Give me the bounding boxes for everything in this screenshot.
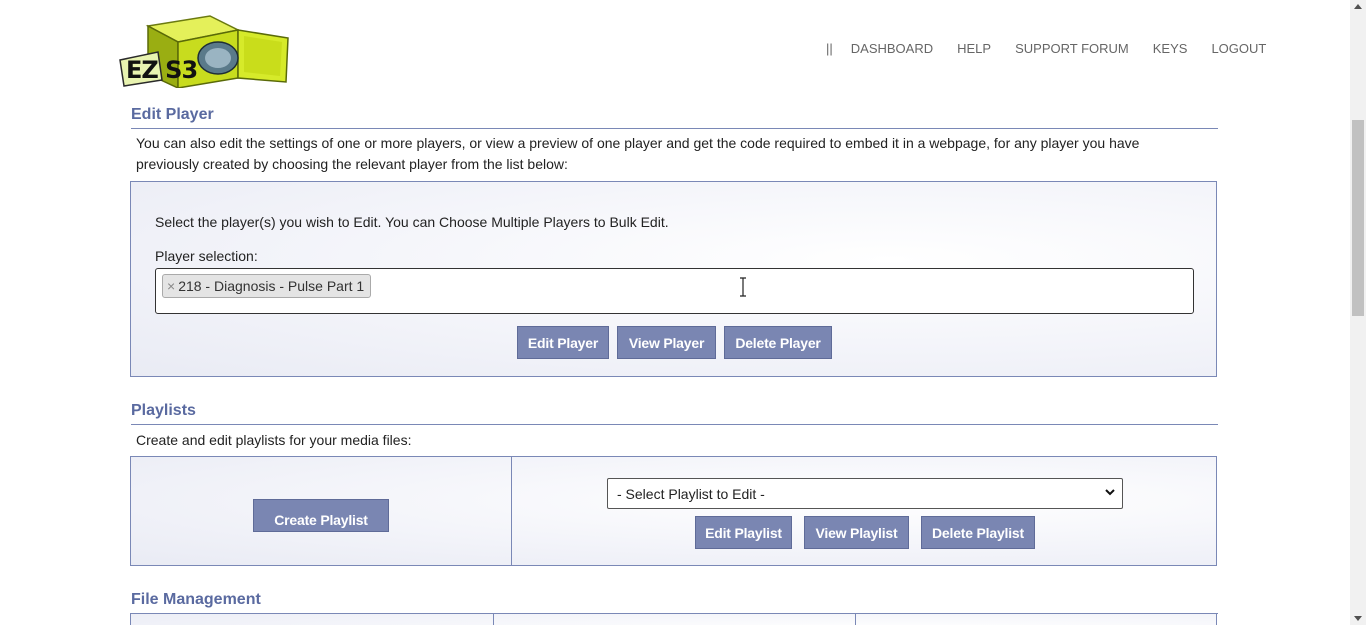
edit-playlist-button[interactable]: Edit Playlist (695, 516, 792, 549)
delete-playlist-button[interactable]: Delete Playlist (921, 516, 1035, 549)
nav-keys[interactable]: KEYS (1141, 41, 1200, 56)
scroll-down-icon[interactable] (1354, 616, 1362, 621)
player-selection-label: Player selection: (155, 248, 258, 264)
playlist-select[interactable]: - Select Playlist to Edit - (607, 478, 1123, 509)
nav-separator: || (826, 41, 833, 56)
nav-dashboard[interactable]: DASHBOARD (839, 41, 945, 56)
nav-logout[interactable]: LOGOUT (1199, 41, 1278, 56)
nav-support-forum[interactable]: SUPPORT FORUM (1003, 41, 1141, 56)
page: EZ S3 || DASHBOARD HELP SUPPORT FORUM KE… (0, 0, 1350, 625)
playlists-panel: Create Playlist - Select Playlist to Edi… (130, 456, 1217, 566)
playlists-heading: Playlists (131, 402, 1218, 425)
playlist-select-value: - Select Playlist to Edit - (617, 485, 765, 502)
scroll-up-icon[interactable] (1354, 4, 1362, 9)
logo-text: EZ S3 (126, 56, 198, 84)
view-playlist-button[interactable]: View Playlist (804, 516, 909, 549)
page-scrollbar[interactable] (1350, 0, 1366, 625)
file-management-heading: File Management (131, 591, 1218, 614)
edit-player-instruction: Select the player(s) you wish to Edit. Y… (155, 214, 669, 230)
scroll-thumb[interactable] (1352, 120, 1364, 316)
selected-player-label: 218 - Diagnosis - Pulse Part 1 (178, 278, 365, 294)
player-selection-input[interactable]: × 218 - Diagnosis - Pulse Part 1 (155, 268, 1194, 314)
top-nav: || DASHBOARD HELP SUPPORT FORUM KEYS LOG… (820, 41, 1278, 56)
playlists-divider (511, 457, 512, 565)
file-management-divider-1 (493, 614, 494, 625)
edit-player-panel: Select the player(s) you wish to Edit. Y… (130, 181, 1217, 377)
edit-player-button[interactable]: Edit Player (517, 326, 609, 359)
nav-help[interactable]: HELP (945, 41, 1003, 56)
file-management-divider-2 (855, 614, 856, 625)
ez-s3-logo[interactable]: EZ S3 (118, 12, 290, 90)
create-playlist-button[interactable]: Create Playlist (253, 499, 389, 532)
edit-player-heading: Edit Player (131, 106, 1218, 129)
remove-tag-icon[interactable]: × (167, 278, 175, 294)
file-management-panel (130, 613, 1217, 625)
text-cursor-icon (740, 277, 746, 297)
edit-player-description: You can also edit the settings of one or… (136, 135, 1140, 172)
selected-player-tag: × 218 - Diagnosis - Pulse Part 1 (162, 274, 372, 298)
playlists-description: Create and edit playlists for your media… (136, 432, 412, 448)
chevron-down-icon (1105, 489, 1115, 496)
delete-player-button[interactable]: Delete Player (724, 326, 832, 359)
view-player-button[interactable]: View Player (617, 326, 716, 359)
